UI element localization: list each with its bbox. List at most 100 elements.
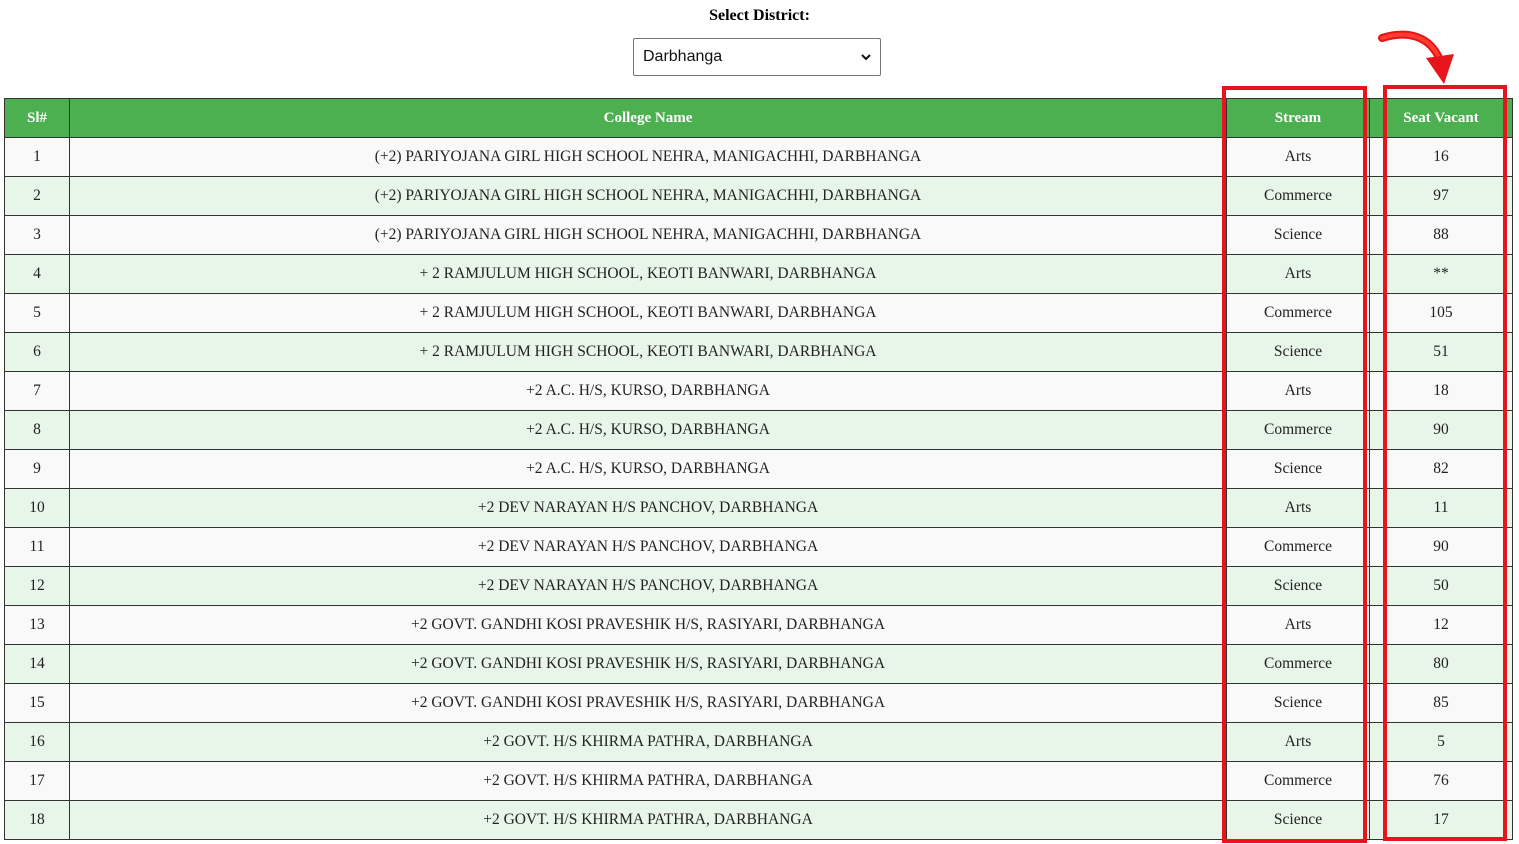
cell-college-name: +2 A.C. H/S, KURSO, DARBHANGA (69, 410, 1227, 450)
vacancy-table: Sl# College Name Stream Seat Vacant 1 (+2… (4, 98, 1513, 840)
cell-sl: 8 (4, 410, 70, 450)
cell-stream: Science (1226, 683, 1370, 723)
cell-stream: Science (1226, 215, 1370, 255)
cell-sl: 1 (4, 137, 70, 177)
cell-stream: Commerce (1226, 176, 1370, 216)
district-select-value: Darbhanga (643, 48, 723, 65)
cell-seat-vacant: 90 (1369, 410, 1513, 450)
cell-stream: Commerce (1226, 410, 1370, 450)
table-row: 10 +2 DEV NARAYAN H/S PANCHOV, DARBHANGA A… (4, 488, 1513, 528)
table-row: 15 +2 GOVT. GANDHI KOSI PRAVESHIK H/S, RA… (4, 683, 1513, 723)
cell-college-name: +2 GOVT. GANDHI KOSI PRAVESHIK H/S, RASI… (69, 644, 1227, 684)
cell-seat-vacant: ** (1369, 254, 1513, 294)
cell-college-name: + 2 RAMJULUM HIGH SCHOOL, KEOTI BANWARI,… (69, 332, 1227, 372)
table-row: 12 +2 DEV NARAYAN H/S PANCHOV, DARBHANGA S… (4, 566, 1513, 606)
cell-seat-vacant: 88 (1369, 215, 1513, 255)
cell-sl: 5 (4, 293, 70, 333)
table-row: 3 (+2) PARIYOJANA GIRL HIGH SCHOOL NEHRA,… (4, 215, 1513, 255)
table-row: 11 +2 DEV NARAYAN H/S PANCHOV, DARBHANGA C… (4, 527, 1513, 567)
header-sl: Sl# (4, 98, 70, 138)
cell-college-name: (+2) PARIYOJANA GIRL HIGH SCHOOL NEHRA, … (69, 215, 1227, 255)
cell-sl: 16 (4, 722, 70, 762)
cell-seat-vacant: 105 (1369, 293, 1513, 333)
table-row: 7 +2 A.C. H/S, KURSO, DARBHANGA Arts 18 (4, 371, 1513, 411)
cell-seat-vacant: 5 (1369, 722, 1513, 762)
table-row: 1 (+2) PARIYOJANA GIRL HIGH SCHOOL NEHRA,… (4, 137, 1513, 177)
cell-sl: 9 (4, 449, 70, 489)
cell-stream: Commerce (1226, 527, 1370, 567)
cell-seat-vacant: 16 (1369, 137, 1513, 177)
cell-sl: 15 (4, 683, 70, 723)
cell-sl: 10 (4, 488, 70, 528)
cell-seat-vacant: 90 (1369, 527, 1513, 567)
cell-college-name: +2 GOVT. GANDHI KOSI PRAVESHIK H/S, RASI… (69, 683, 1227, 723)
cell-seat-vacant: 17 (1369, 800, 1513, 840)
cell-sl: 11 (4, 527, 70, 567)
header-seat-vacant: Seat Vacant (1369, 98, 1513, 138)
cell-seat-vacant: 82 (1369, 449, 1513, 489)
cell-college-name: + 2 RAMJULUM HIGH SCHOOL, KEOTI BANWARI,… (69, 293, 1227, 333)
cell-sl: 7 (4, 371, 70, 411)
table-row: 6 + 2 RAMJULUM HIGH SCHOOL, KEOTI BANWARI… (4, 332, 1513, 372)
cell-sl: 17 (4, 761, 70, 801)
cell-stream: Arts (1226, 605, 1370, 645)
cell-college-name: +2 DEV NARAYAN H/S PANCHOV, DARBHANGA (69, 527, 1227, 567)
cell-stream: Arts (1226, 137, 1370, 177)
cell-stream: Arts (1226, 722, 1370, 762)
cell-sl: 6 (4, 332, 70, 372)
cell-seat-vacant: 76 (1369, 761, 1513, 801)
cell-seat-vacant: 85 (1369, 683, 1513, 723)
header-college-name: College Name (69, 98, 1227, 138)
table-row: 2 (+2) PARIYOJANA GIRL HIGH SCHOOL NEHRA,… (4, 176, 1513, 216)
cell-stream: Science (1226, 449, 1370, 489)
cell-seat-vacant: 80 (1369, 644, 1513, 684)
cell-seat-vacant: 18 (1369, 371, 1513, 411)
table-row: 4 + 2 RAMJULUM HIGH SCHOOL, KEOTI BANWARI… (4, 254, 1513, 294)
cell-stream: Commerce (1226, 293, 1370, 333)
cell-college-name: +2 A.C. H/S, KURSO, DARBHANGA (69, 371, 1227, 411)
cell-sl: 12 (4, 566, 70, 606)
cell-seat-vacant: 97 (1369, 176, 1513, 216)
cell-college-name: +2 GOVT. H/S KHIRMA PATHRA, DARBHANGA (69, 722, 1227, 762)
cell-sl: 13 (4, 605, 70, 645)
chevron-down-icon (861, 54, 871, 61)
cell-stream: Arts (1226, 488, 1370, 528)
cell-seat-vacant: 12 (1369, 605, 1513, 645)
cell-sl: 18 (4, 800, 70, 840)
table-row: 17 +2 GOVT. H/S KHIRMA PATHRA, DARBHANGA C… (4, 761, 1513, 801)
cell-college-name: +2 DEV NARAYAN H/S PANCHOV, DARBHANGA (69, 488, 1227, 528)
cell-seat-vacant: 11 (1369, 488, 1513, 528)
cell-stream: Arts (1226, 254, 1370, 294)
table-row: 13 +2 GOVT. GANDHI KOSI PRAVESHIK H/S, RA… (4, 605, 1513, 645)
cell-college-name: (+2) PARIYOJANA GIRL HIGH SCHOOL NEHRA, … (69, 137, 1227, 177)
district-label: Select District: (709, 7, 810, 24)
cell-stream: Science (1226, 800, 1370, 840)
table-row: 5 + 2 RAMJULUM HIGH SCHOOL, KEOTI BANWARI… (4, 293, 1513, 333)
cell-stream: Science (1226, 566, 1370, 606)
table-row: 16 +2 GOVT. H/S KHIRMA PATHRA, DARBHANGA A… (4, 722, 1513, 762)
cell-stream: Commerce (1226, 644, 1370, 684)
table-row: 18 +2 GOVT. H/S KHIRMA PATHRA, DARBHANGA S… (4, 800, 1513, 840)
district-select[interactable]: Darbhanga (633, 38, 881, 76)
cell-sl: 4 (4, 254, 70, 294)
table-row: 9 +2 A.C. H/S, KURSO, DARBHANGA Science 82 (4, 449, 1513, 489)
cell-seat-vacant: 51 (1369, 332, 1513, 372)
table-row: 14 +2 GOVT. GANDHI KOSI PRAVESHIK H/S, RA… (4, 644, 1513, 684)
table-header-row: Sl# College Name Stream Seat Vacant (4, 98, 1513, 138)
cell-stream: Arts (1226, 371, 1370, 411)
cell-sl: 14 (4, 644, 70, 684)
curved-arrow-icon (1378, 30, 1454, 84)
table-row: 8 +2 A.C. H/S, KURSO, DARBHANGA Commerce 90 (4, 410, 1513, 450)
cell-college-name: +2 GOVT. H/S KHIRMA PATHRA, DARBHANGA (69, 761, 1227, 801)
cell-college-name: + 2 RAMJULUM HIGH SCHOOL, KEOTI BANWARI,… (69, 254, 1227, 294)
cell-college-name: +2 A.C. H/S, KURSO, DARBHANGA (69, 449, 1227, 489)
cell-seat-vacant: 50 (1369, 566, 1513, 606)
cell-college-name: +2 DEV NARAYAN H/S PANCHOV, DARBHANGA (69, 566, 1227, 606)
cell-college-name: +2 GOVT. H/S KHIRMA PATHRA, DARBHANGA (69, 800, 1227, 840)
cell-sl: 3 (4, 215, 70, 255)
cell-stream: Science (1226, 332, 1370, 372)
cell-college-name: +2 GOVT. GANDHI KOSI PRAVESHIK H/S, RASI… (69, 605, 1227, 645)
cell-stream: Commerce (1226, 761, 1370, 801)
cell-college-name: (+2) PARIYOJANA GIRL HIGH SCHOOL NEHRA, … (69, 176, 1227, 216)
header-stream: Stream (1226, 98, 1370, 138)
